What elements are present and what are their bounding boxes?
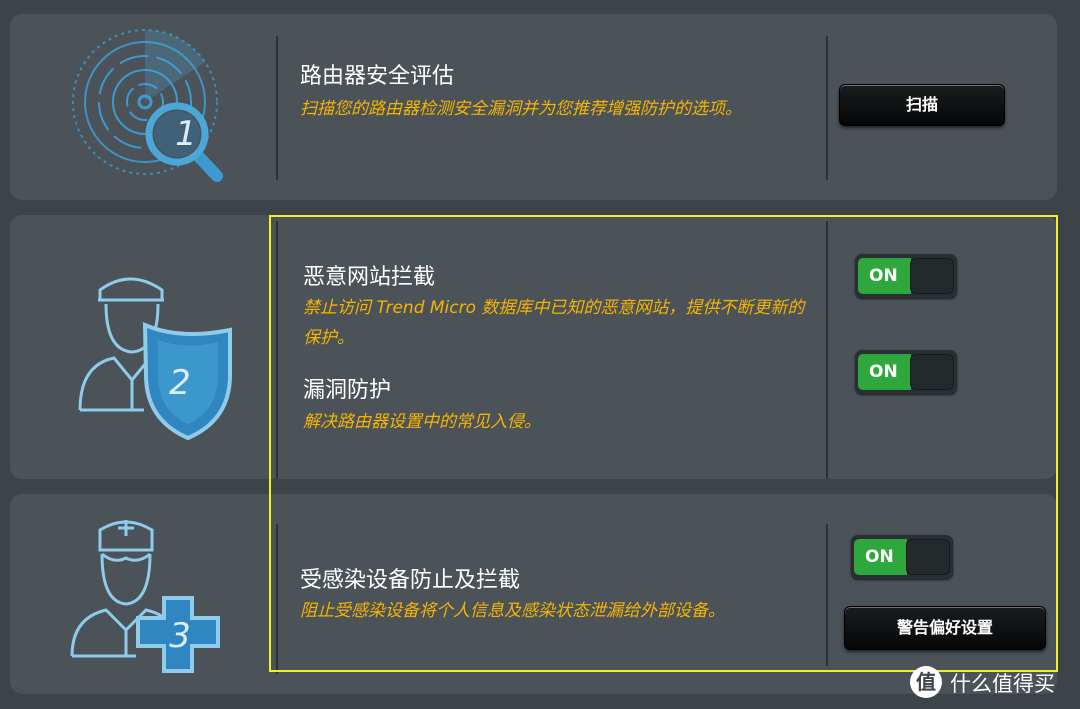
panel-2-divider-left xyxy=(276,221,278,479)
panel-2-divider-right xyxy=(826,221,828,479)
vulnerability-protection-description: 解决路由器设置中的常见入侵。 xyxy=(303,412,541,432)
toggle-on-label: ON xyxy=(858,354,911,390)
nurse-cross-icon: 3 xyxy=(10,494,275,694)
panel-3-divider-left xyxy=(276,524,278,674)
toggle-knob xyxy=(906,539,950,575)
section-title: 受感染设备防止及拦截 xyxy=(300,568,521,593)
watermark-logo-icon: 值 xyxy=(910,666,942,698)
vulnerability-protection-title: 漏洞防护 xyxy=(303,378,392,403)
officer-shield-icon: 2 xyxy=(10,215,275,479)
section-description: 阻止受感染设备将个人信息及感染状态泄漏给外部设备。 xyxy=(300,601,725,621)
panel-1-divider-right xyxy=(826,36,828,180)
section-title: 路由器安全评估 xyxy=(300,64,455,89)
malicious-site-protection-panel: 2 恶意网站拦截 禁止访问 Trend Micro 数据库中已知的恶意网站，提供… xyxy=(10,215,1057,479)
malicious-site-block-title: 恶意网站拦截 xyxy=(303,265,436,290)
toggle-knob xyxy=(910,258,954,294)
toggle-knob xyxy=(910,354,954,390)
badge-number-2: 2 xyxy=(169,363,191,403)
malicious-site-block-toggle[interactable]: ON xyxy=(855,254,957,298)
radar-magnifier-icon: 1 xyxy=(10,14,275,200)
badge-number-1: 1 xyxy=(175,114,197,154)
watermark: 值 什么值得买 xyxy=(910,664,1080,700)
vulnerability-protection-toggle[interactable]: ON xyxy=(855,350,957,394)
badge-number-3: 3 xyxy=(169,616,191,656)
toggle-on-label: ON xyxy=(858,258,911,294)
watermark-text: 什么值得买 xyxy=(950,672,1055,696)
section-description: 扫描您的路由器检测安全漏洞并为您推荐增强防护的选项。 xyxy=(300,99,742,119)
infected-device-block-toggle[interactable]: ON xyxy=(851,535,953,579)
infected-device-prevention-panel: 3 受感染设备防止及拦截 阻止受感染设备将个人信息及感染状态泄漏给外部设备。 O… xyxy=(10,494,1057,694)
panel-1-divider-left xyxy=(276,36,278,180)
malicious-site-block-description: 禁止访问 Trend Micro 数据库中已知的恶意网站，提供不断更新的保护。 xyxy=(303,298,805,348)
router-security-assessment-panel: 1 路由器安全评估 扫描您的路由器检测安全漏洞并为您推荐增强防护的选项。 扫描 xyxy=(10,14,1057,200)
panel-3-divider-right xyxy=(826,524,828,666)
toggle-on-label: ON xyxy=(854,539,907,575)
alert-preferences-button[interactable]: 警告偏好设置 xyxy=(844,606,1046,650)
scan-button[interactable]: 扫描 xyxy=(839,84,1005,126)
